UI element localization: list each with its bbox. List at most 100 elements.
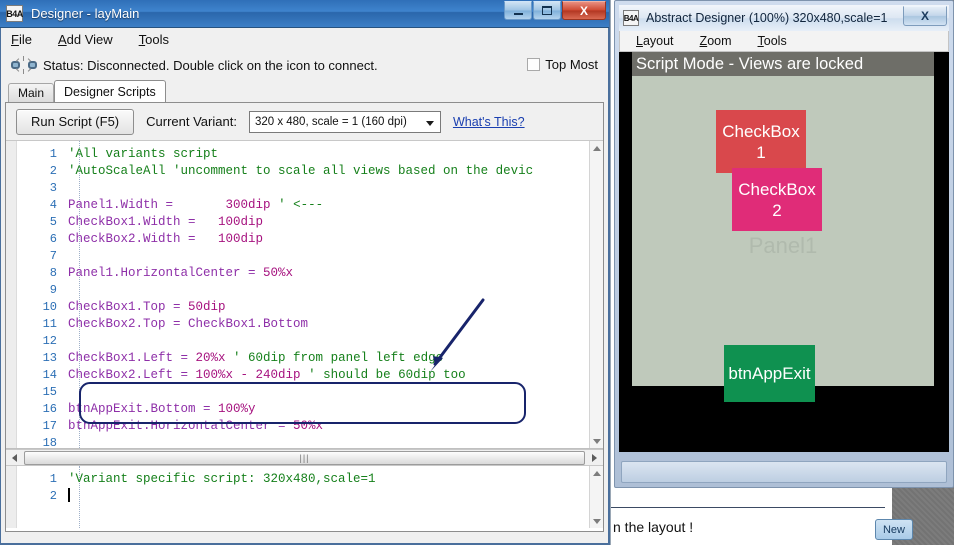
text-caret — [68, 488, 70, 502]
code-token: Panel1.Width = — [68, 198, 181, 212]
scroll-up-button[interactable] — [590, 141, 603, 155]
code-line: 6 CheckBox2.Width = 100dip — [6, 231, 589, 248]
editor-horizontal-scrollbar[interactable]: ||| — [6, 449, 603, 466]
abstract-designer-status-bar — [621, 461, 947, 483]
line-number: 5 — [49, 215, 57, 229]
line-number: 6 — [49, 232, 57, 246]
checkbox2-view[interactable]: CheckBox2 — [732, 168, 822, 231]
line-number: 7 — [49, 249, 57, 263]
menu-item-file-rest: ile — [18, 31, 32, 47]
editor-vertical-scrollbar[interactable] — [589, 141, 603, 448]
line-number: 12 — [42, 334, 57, 348]
code-line: 10 CheckBox1.Top = 50dip — [6, 299, 589, 316]
menu-item-add-view[interactable]: Add View — [58, 32, 113, 47]
code-token: 'All variants script — [68, 147, 219, 161]
menu-item-tools[interactable]: Tools — [758, 34, 787, 48]
triangle-right-icon — [592, 453, 597, 462]
variant-select-value: 320 x 480, scale = 1 (160 dpi) — [254, 115, 407, 128]
menu-item-zoom[interactable]: Zoom — [700, 34, 732, 48]
current-variant-label: Current Variant: — [146, 114, 237, 129]
line-number: 1 — [49, 472, 57, 486]
variant-scroll-down-button[interactable] — [590, 514, 603, 528]
minimize-button[interactable] — [504, 1, 532, 20]
menu-item-layout[interactable]: Layout — [636, 34, 674, 48]
top-most-checkbox[interactable]: Top Most — [527, 57, 598, 72]
menu-item-tools-rest: ools — [145, 31, 170, 47]
code-line: 8 Panel1.HorizontalCenter = 50%x — [6, 265, 589, 282]
maximize-button[interactable] — [533, 1, 561, 20]
maximize-icon — [542, 6, 552, 15]
code-line: 11 CheckBox2.Top = CheckBox1.Bottom — [6, 316, 589, 333]
background-window-text: n the layout ! — [613, 519, 694, 535]
abstract-designer-canvas[interactable]: Panel1 CheckBox1 CheckBox2 Script Mode -… — [619, 52, 949, 452]
tab-strip: Main Designer Scripts — [1, 80, 608, 102]
scroll-down-button[interactable] — [590, 434, 603, 448]
code-line: 18 — [6, 435, 589, 449]
line-number: 15 — [42, 385, 57, 399]
btnappexit-view[interactable]: btnAppExit — [724, 345, 815, 402]
grip-icon: ||| — [299, 452, 310, 463]
code-line: 1 'All variants script — [6, 146, 589, 163]
abstract-designer-close-button[interactable]: X — [903, 6, 947, 26]
menu-item-add-view-rest: dd View — [66, 31, 113, 47]
designer-title-bar[interactable]: B4A Designer - layMain X — [0, 0, 609, 28]
code-token: ' <--- — [278, 198, 324, 212]
abstract-designer-menu-bar: Layout Zoom Tools — [619, 31, 949, 52]
triangle-down-icon — [593, 438, 601, 444]
menu-item-tools[interactable]: Tools — [139, 32, 169, 47]
scroll-left-button[interactable] — [6, 450, 23, 465]
triangle-left-icon — [12, 453, 17, 462]
code-token: btnAppExit.Bottom = — [68, 402, 219, 416]
checkbox-box-icon — [527, 58, 541, 71]
line-number: 16 — [42, 402, 57, 416]
triangle-up-icon — [593, 145, 601, 151]
code-token: 50%x — [263, 266, 294, 280]
line-number: 13 — [42, 351, 57, 365]
all-variants-code-editor[interactable]: 1 'All variants script 2 'AutoScaleAll 'unc… — [6, 141, 603, 449]
line-number: 2 — [49, 164, 57, 178]
disconnected-link-icon[interactable] — [11, 54, 37, 76]
background-window-divider — [611, 507, 885, 508]
tab-designer-scripts[interactable]: Designer Scripts — [54, 80, 166, 102]
designer-body: File Add View Tools Status: Disconnected… — [0, 28, 609, 544]
code-token: 'Variant specific script: 320x480,scale=… — [68, 472, 376, 486]
line-number: 14 — [42, 368, 57, 382]
b4a-logo-icon: B4A — [623, 10, 639, 26]
spark-icon — [15, 56, 32, 74]
all-variants-code-text: 1 'All variants script 2 'AutoScaleAll 'unc… — [6, 146, 589, 449]
variant-specific-code-editor[interactable]: 1 'Variant specific script: 320x480,scale… — [6, 466, 603, 528]
scroll-right-button[interactable] — [586, 450, 603, 465]
window-controls: X — [504, 1, 606, 20]
horizontal-scroll-thumb[interactable]: ||| — [24, 450, 585, 465]
code-token: CheckBox1.Top = — [68, 300, 189, 314]
line-number: 9 — [49, 283, 57, 297]
b4a-logo-icon: B4A — [6, 5, 23, 22]
top-most-label: Top Most — [545, 57, 598, 72]
new-button[interactable]: New — [875, 519, 913, 540]
code-token: CheckBox1.Left = — [68, 351, 196, 365]
variant-scroll-up-button[interactable] — [590, 466, 603, 480]
code-line: 1 'Variant specific script: 320x480,scale… — [6, 471, 589, 488]
variant-editor-vertical-scrollbar[interactable] — [589, 466, 603, 528]
code-token: 300dip — [180, 198, 279, 212]
code-line: 13 CheckBox1.Left = 20%x ' 60dip from pan… — [6, 350, 589, 367]
code-token: CheckBox2.Top = CheckBox1.Bottom — [68, 317, 309, 331]
run-script-button[interactable]: Run Script (F5) — [16, 108, 135, 135]
abstract-designer-title-bar[interactable]: B4A Abstract Designer (100%) 320x480,sca… — [619, 5, 949, 31]
whats-this-link[interactable]: What's This? — [453, 115, 525, 129]
tab-main[interactable]: Main — [8, 83, 55, 102]
code-line: 2 — [6, 488, 589, 505]
screen-root: n the layout ! New B4A Designer - layMai… — [0, 0, 954, 545]
checkbox1-view[interactable]: CheckBox1 — [716, 110, 806, 173]
close-button[interactable]: X — [562, 1, 606, 20]
code-token: Panel1.HorizontalCenter = — [68, 266, 264, 280]
designer-window-title: Designer - layMain — [31, 6, 140, 21]
code-line: 4 Panel1.Width = 300dip ' <--- — [6, 197, 589, 214]
code-token: 'AutoScaleAll 'uncomment to scale all vi… — [68, 164, 534, 178]
variant-select[interactable]: 320 x 480, scale = 1 (160 dpi) — [248, 110, 441, 133]
line-number: 11 — [42, 317, 57, 331]
line-number: 18 — [42, 436, 57, 449]
menu-item-file[interactable]: File — [11, 32, 32, 47]
menu-item-tools-rest: ools — [763, 34, 787, 48]
status-row: Status: Disconnected. Double click on th… — [1, 50, 608, 80]
